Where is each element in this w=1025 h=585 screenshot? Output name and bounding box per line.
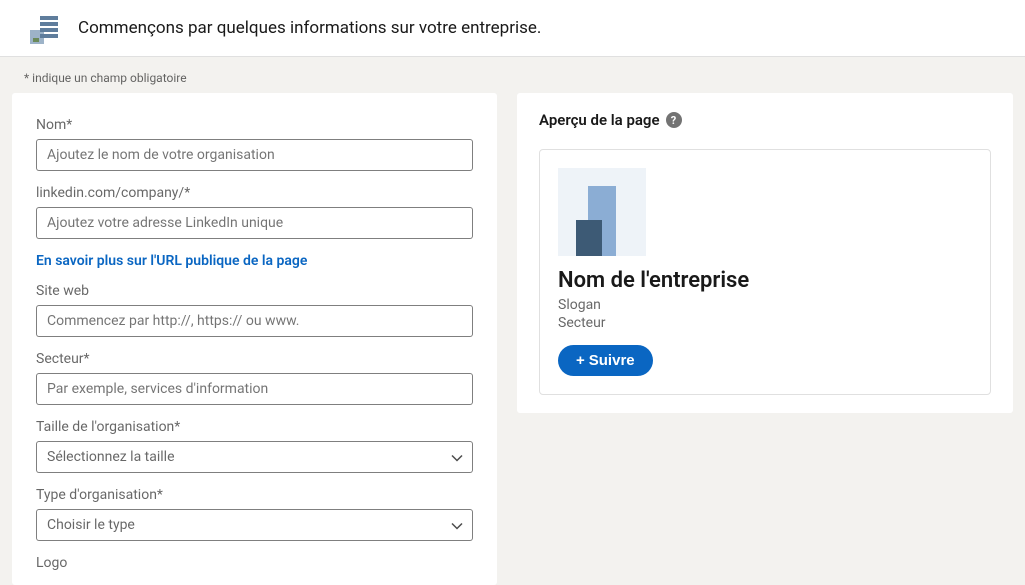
follow-button[interactable]: + Suivre (558, 345, 653, 376)
preview-card: Nom de l'entreprise Slogan Secteur + Sui… (539, 149, 991, 395)
org-type-select[interactable]: Choisir le type (36, 509, 473, 541)
url-input[interactable] (36, 207, 473, 239)
size-select[interactable]: Sélectionnez la taille (36, 441, 473, 473)
help-icon[interactable]: ? (666, 112, 682, 128)
page-title: Commençons par quelques informations sur… (78, 18, 541, 38)
logo-label: Logo (36, 555, 473, 571)
preview-panel: Aperçu de la page ? Nom de l'entreprise … (517, 93, 1013, 413)
website-label: Site web (36, 283, 473, 299)
sector-input[interactable] (36, 373, 473, 405)
required-fields-note: * indique un champ obligatoire (0, 57, 1025, 93)
preview-heading: Aperçu de la page (539, 111, 660, 129)
page-header: Commençons par quelques informations sur… (0, 0, 1025, 57)
name-label: Nom* (36, 117, 473, 133)
preview-company-name: Nom de l'entreprise (558, 268, 972, 293)
preview-slogan: Slogan (558, 297, 972, 313)
plus-icon: + (576, 352, 585, 369)
logo-bar-icon (576, 220, 602, 256)
url-label: linkedin.com/company/* (36, 185, 473, 201)
url-help-link[interactable]: En savoir plus sur l'URL publique de la … (36, 253, 473, 269)
size-label: Taille de l'organisation* (36, 419, 473, 435)
name-input[interactable] (36, 139, 473, 171)
org-type-label: Type d'organisation* (36, 487, 473, 503)
sector-label: Secteur* (36, 351, 473, 367)
preview-sector: Secteur (558, 315, 972, 331)
preview-logo-placeholder (558, 168, 646, 256)
company-page-icon (30, 12, 62, 44)
website-input[interactable] (36, 305, 473, 337)
follow-button-label: Suivre (589, 352, 635, 369)
form-panel: Nom* linkedin.com/company/* En savoir pl… (12, 93, 497, 585)
